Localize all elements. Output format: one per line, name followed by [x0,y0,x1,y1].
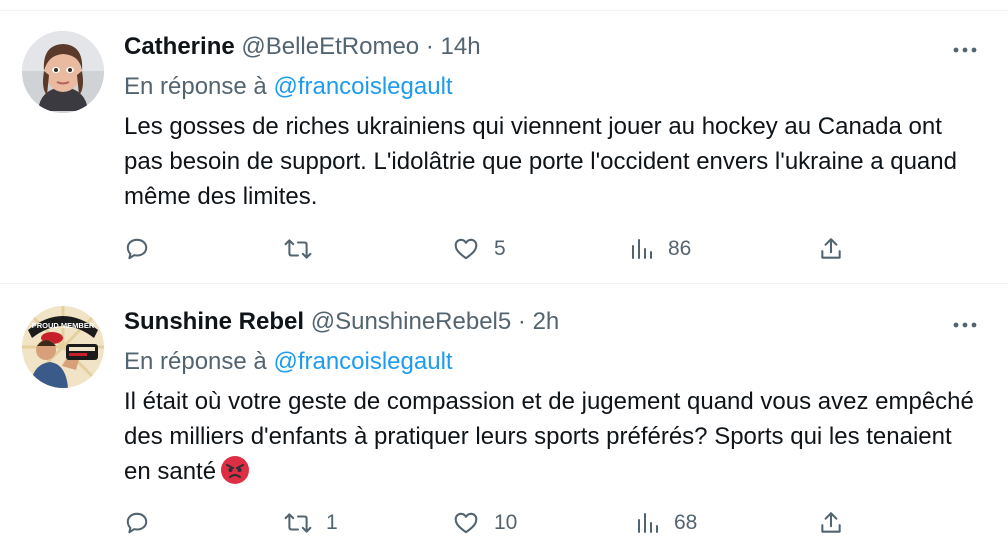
display-name[interactable]: Catherine [124,33,235,60]
bar-chart-icon [632,239,652,259]
share-arrow-icon [821,512,841,533]
reply-bubble-icon [126,512,148,534]
tweet-header: Sunshine Rebel @SunshineRebel5 · 2h [124,308,559,336]
heart-icon [454,238,478,260]
reply-bubble-icon [126,238,148,260]
reply-mention-link[interactable]: @francoislegault [273,73,452,100]
separator-dot: · [425,33,434,60]
retweet-count: 1 [326,511,338,534]
retweet-arrows-icon [284,513,312,533]
views-button[interactable]: 68 [636,503,697,543]
more-dots-icon [953,47,977,53]
user-handle[interactable]: @BelleEtRomeo [241,33,419,60]
avatar-badge-text: PROUD MEMBER [32,321,95,330]
reply-context: En réponse à @francoislegault [124,73,453,101]
tweet-body: Il était où votre geste de compassion et… [124,384,984,489]
views-count: 86 [668,237,692,260]
avatar[interactable]: PROUD MEMBER [22,306,104,388]
angry-face-emoji-icon [221,456,250,484]
reply-mention-link[interactable]: @francoislegault [273,348,452,375]
retweet-button[interactable] [284,229,326,269]
views-button[interactable]: 86 [630,229,691,269]
like-count: 10 [494,511,518,534]
reply-prefix: En réponse à [124,73,267,100]
views-count: 68 [674,511,698,534]
top-divider [0,0,1008,11]
avatar[interactable] [22,31,104,113]
tweet-reply-1[interactable]: Catherine @BelleEtRomeo · 14h En réponse… [0,11,1008,284]
reply-button[interactable] [124,503,164,543]
avatar-image [22,31,104,113]
tweet-text: Il était où votre geste de compassion et… [124,388,974,485]
heart-icon [454,512,478,534]
tweet-reply-2[interactable]: PROUD MEMBER Sunshine Rebel @SunshineReb… [0,284,1008,558]
like-count: 5 [494,237,506,260]
tweet-header: Catherine @BelleEtRomeo · 14h [124,33,481,61]
tweet-actions: 5 86 [124,229,854,269]
timestamp[interactable]: 2h [533,308,560,335]
like-button[interactable]: 10 [452,503,517,543]
more-dots-icon [953,322,977,328]
retweet-button[interactable]: 1 [284,503,338,543]
more-options-button[interactable] [948,308,982,342]
more-options-button[interactable] [948,33,982,67]
share-arrow-icon [821,238,841,259]
bar-chart-icon [638,513,658,533]
avatar-image: PROUD MEMBER [22,306,104,388]
timestamp[interactable]: 14h [441,33,481,60]
user-handle[interactable]: @SunshineRebel5 [311,308,512,335]
share-button[interactable] [818,503,844,543]
tweet-actions: 1 10 68 [124,503,854,543]
reply-context: En réponse à @francoislegault [124,348,453,376]
tweet-text: Les gosses de riches ukrainiens qui vien… [124,113,957,210]
like-button[interactable]: 5 [452,229,506,269]
separator-dot: · [517,308,526,335]
reply-button[interactable] [124,229,164,269]
retweet-arrows-icon [284,239,312,259]
reply-prefix: En réponse à [124,348,267,375]
display-name[interactable]: Sunshine Rebel [124,308,304,335]
share-button[interactable] [818,229,844,269]
